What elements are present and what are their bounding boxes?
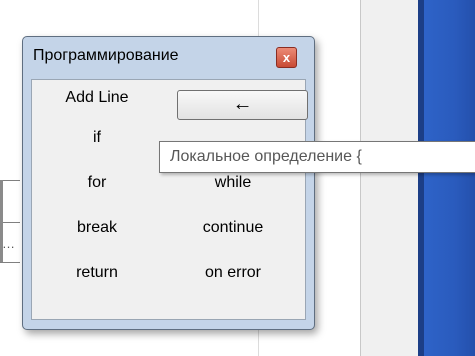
background-divider-2 (360, 0, 361, 356)
close-icon: x (282, 50, 291, 65)
add-line-button[interactable]: Add Line (32, 80, 162, 116)
background-panel (360, 0, 418, 356)
for-button[interactable]: for (32, 165, 162, 201)
return-button[interactable]: return (32, 255, 162, 291)
background-grid-line (0, 222, 20, 223)
close-button[interactable]: x (276, 47, 297, 68)
background-grid-line (0, 180, 20, 181)
window-title: Программирование (33, 47, 179, 64)
break-button[interactable]: break (32, 210, 162, 246)
palette-client-area: Add Line ← if for while break continue r… (31, 79, 308, 320)
on-error-button[interactable]: on error (168, 255, 298, 291)
local-definition-button[interactable]: ← (177, 90, 308, 120)
continue-button[interactable]: continue (168, 210, 298, 246)
background-cell-edge (0, 180, 3, 222)
tooltip: Локальное определение { (159, 141, 475, 173)
programming-palette-window[interactable]: Программирование x Add Line ← if for whi… (22, 36, 315, 330)
if-button[interactable]: if (32, 120, 162, 156)
left-arrow-icon: ← (232, 93, 253, 115)
blue-window-area (424, 0, 475, 356)
background-truncated-text: … (2, 236, 15, 251)
background-grid-line (0, 262, 20, 263)
